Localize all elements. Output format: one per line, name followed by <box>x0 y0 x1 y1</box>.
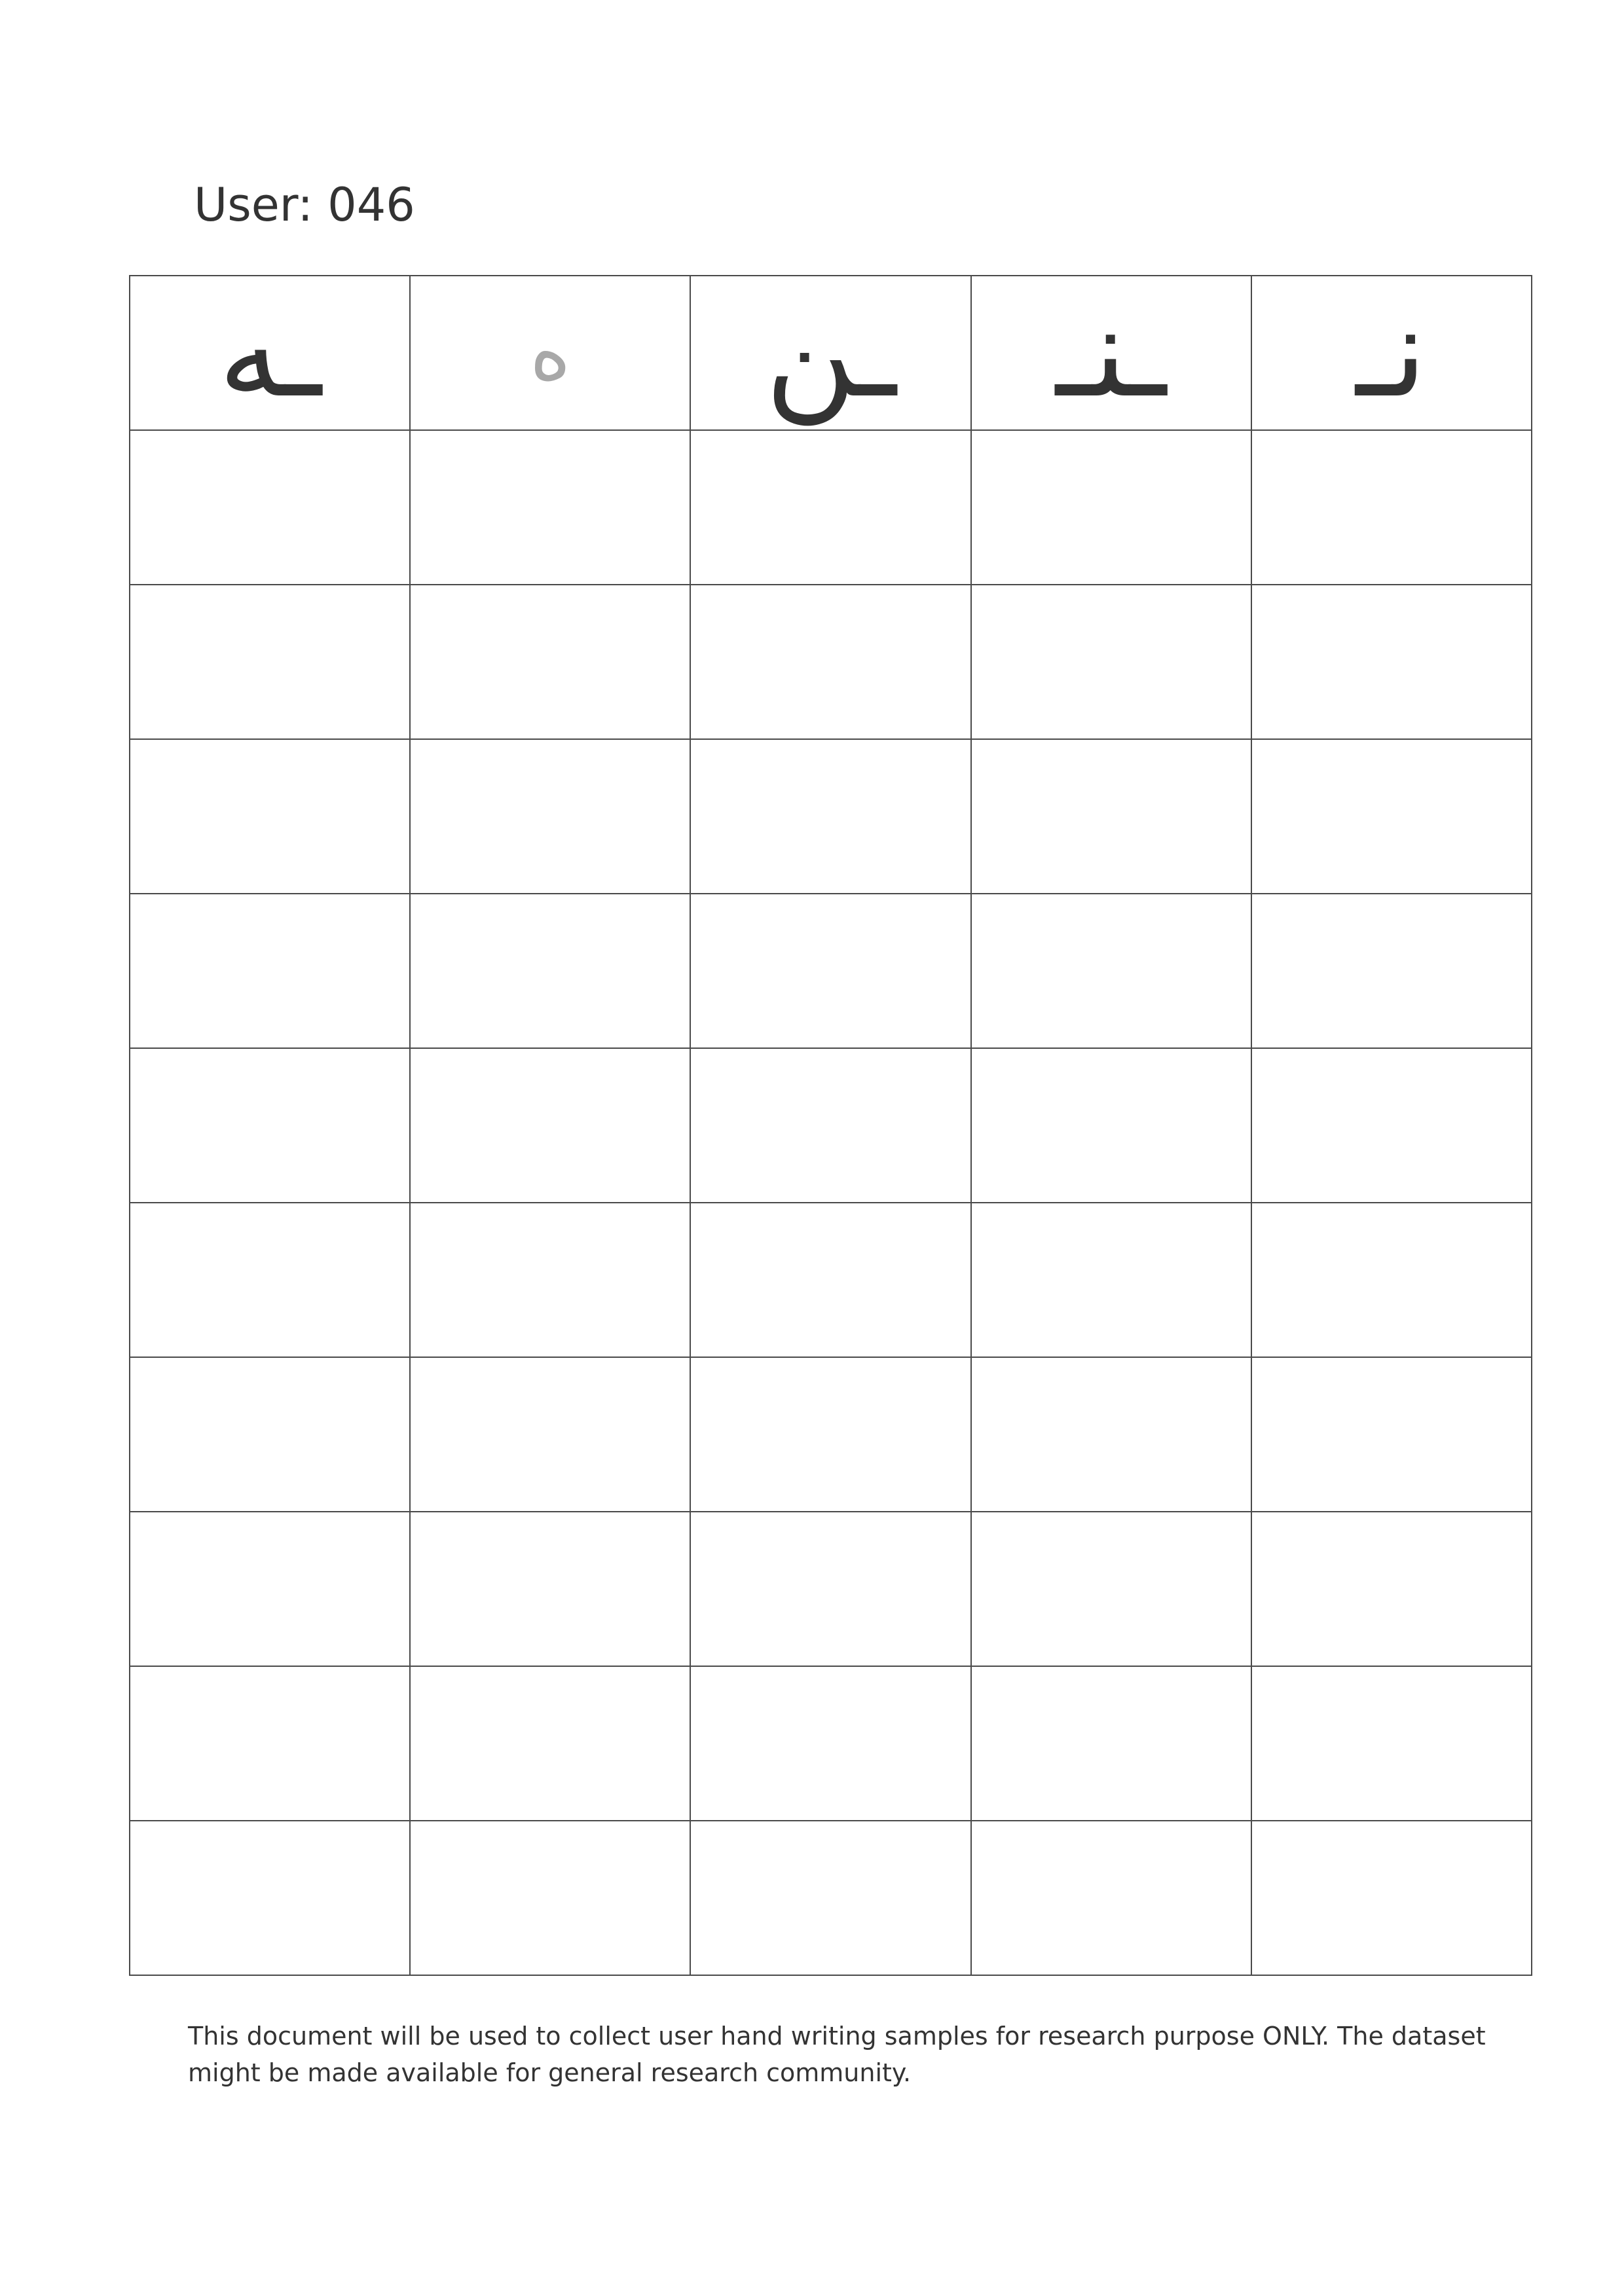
writing-cell[interactable] <box>128 1511 411 1667</box>
writing-row <box>128 893 1533 1049</box>
writing-cell[interactable] <box>409 1357 692 1512</box>
writing-cell[interactable] <box>409 1820 692 1976</box>
reference-letter-nun-medial: ـنـ <box>1056 280 1166 425</box>
research-notice: This document will be used to collect us… <box>188 2022 1486 2087</box>
writing-cell[interactable] <box>1250 429 1533 585</box>
writing-cell[interactable] <box>1250 584 1533 740</box>
writing-cell[interactable] <box>409 1048 692 1203</box>
writing-cell[interactable] <box>690 1048 972 1203</box>
writing-cell[interactable] <box>690 1666 972 1821</box>
writing-cell[interactable] <box>690 738 972 894</box>
writing-row <box>128 1666 1533 1821</box>
reference-cell: نـ <box>1250 275 1533 431</box>
reference-letter-nun-final: ـن <box>765 280 896 425</box>
writing-cell[interactable] <box>128 1666 411 1821</box>
writing-cell[interactable] <box>970 1202 1252 1358</box>
writing-row <box>128 738 1533 894</box>
writing-row <box>128 1357 1533 1512</box>
writing-cell[interactable] <box>1250 893 1533 1049</box>
writing-cell[interactable] <box>409 584 692 740</box>
writing-cell[interactable] <box>409 429 692 585</box>
user-id-label: User: 046 <box>194 178 415 232</box>
writing-cell[interactable] <box>690 1357 972 1512</box>
writing-row <box>128 584 1533 740</box>
writing-cell[interactable] <box>970 1666 1252 1821</box>
reference-letter-nun-initial: نـ <box>1356 280 1428 425</box>
reference-letter-ha-final: ـه <box>218 280 322 425</box>
writing-cell[interactable] <box>128 1820 411 1976</box>
writing-cell[interactable] <box>1250 1820 1533 1976</box>
writing-cell[interactable] <box>409 893 692 1049</box>
writing-row <box>128 1202 1533 1358</box>
writing-cell[interactable] <box>128 584 411 740</box>
writing-cell[interactable] <box>1250 1357 1533 1512</box>
writing-sample-grid: ـه ه ـن ـنـ نـ <box>128 275 1533 1976</box>
reference-letter-ha-isolated: ه <box>529 307 571 398</box>
reference-letter-row: ـه ه ـن ـنـ نـ <box>128 275 1533 431</box>
writing-cell[interactable] <box>690 1202 972 1358</box>
writing-cell[interactable] <box>128 893 411 1049</box>
writing-cell[interactable] <box>690 584 972 740</box>
writing-cell[interactable] <box>970 584 1252 740</box>
writing-cell[interactable] <box>1250 738 1533 894</box>
writing-cell[interactable] <box>690 893 972 1049</box>
reference-cell: ه <box>409 275 692 431</box>
writing-cell[interactable] <box>970 429 1252 585</box>
writing-cell[interactable] <box>970 893 1252 1049</box>
reference-cell: ـن <box>690 275 972 431</box>
writing-cell[interactable] <box>128 738 411 894</box>
writing-cell[interactable] <box>970 1357 1252 1512</box>
writing-cell[interactable] <box>409 738 692 894</box>
writing-cell[interactable] <box>128 1202 411 1358</box>
writing-row <box>128 429 1533 585</box>
writing-cell[interactable] <box>128 1357 411 1512</box>
writing-cell[interactable] <box>690 1820 972 1976</box>
reference-cell: ـنـ <box>970 275 1252 431</box>
writing-cell[interactable] <box>1250 1666 1533 1821</box>
writing-cell[interactable] <box>1250 1511 1533 1667</box>
writing-cell[interactable] <box>128 1048 411 1203</box>
writing-cell[interactable] <box>1250 1202 1533 1358</box>
writing-cell[interactable] <box>970 1511 1252 1667</box>
writing-cell[interactable] <box>409 1202 692 1358</box>
writing-cell[interactable] <box>409 1511 692 1667</box>
reference-cell: ـه <box>128 275 411 431</box>
writing-row <box>128 1511 1533 1667</box>
writing-row <box>128 1048 1533 1203</box>
writing-cell[interactable] <box>970 738 1252 894</box>
writing-cell[interactable] <box>1250 1048 1533 1203</box>
writing-cell[interactable] <box>128 429 411 585</box>
writing-cell[interactable] <box>970 1820 1252 1976</box>
writing-cell[interactable] <box>970 1048 1252 1203</box>
writing-cell[interactable] <box>690 429 972 585</box>
writing-cell[interactable] <box>409 1666 692 1821</box>
writing-cell[interactable] <box>690 1511 972 1667</box>
writing-row <box>128 1820 1533 1976</box>
